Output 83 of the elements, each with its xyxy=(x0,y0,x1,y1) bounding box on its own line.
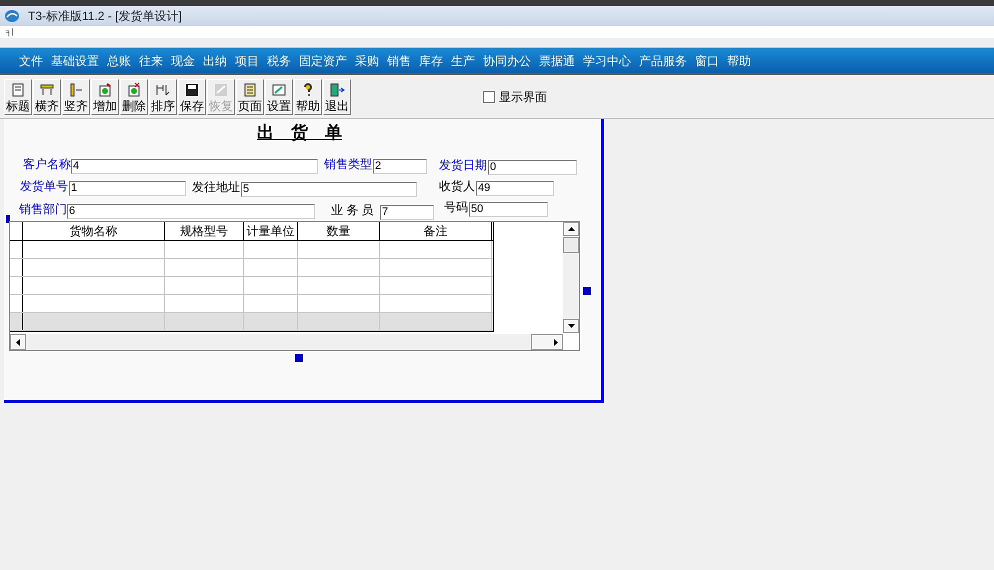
selection-handle xyxy=(6,215,10,223)
system-menu-glyph[interactable]: ╕| xyxy=(6,28,14,36)
column-header[interactable]: 计量单位 xyxy=(244,222,298,240)
menu-item[interactable]: 文件 xyxy=(16,52,46,70)
menu-item[interactable]: 总账 xyxy=(104,52,134,70)
toolbar-button[interactable]: 增加 xyxy=(91,78,119,114)
toolbar-button[interactable]: 帮助 xyxy=(294,78,322,114)
toolbar-button[interactable]: 竖齐 xyxy=(62,78,90,114)
down-arrow-icon xyxy=(568,324,574,328)
toolbar-button[interactable]: 排序 xyxy=(149,78,177,114)
app-logo-icon xyxy=(4,9,20,23)
checkbox-label: 显示界面 xyxy=(499,88,547,106)
field-label: 收货人 xyxy=(439,179,475,194)
menu-item[interactable]: 出纳 xyxy=(200,52,230,70)
menu-item[interactable]: 基础设置 xyxy=(48,52,102,70)
menu-item[interactable]: 生产 xyxy=(448,52,478,70)
toolbar-icon xyxy=(97,82,113,98)
input-field[interactable]: 49 xyxy=(476,181,554,196)
field-label: 发货单号 xyxy=(20,179,68,194)
toolbar-icon xyxy=(271,82,287,98)
menu-item[interactable]: 产品服务 xyxy=(636,52,690,70)
menu-item[interactable]: 税务 xyxy=(264,52,294,70)
menu-item[interactable]: 学习中心 xyxy=(580,52,634,70)
menu-item[interactable]: 现金 xyxy=(168,52,198,70)
column-header[interactable]: 备注 xyxy=(380,222,492,240)
toolbar-button[interactable]: 保存 xyxy=(178,78,206,114)
field-label: 业 务 员 xyxy=(331,203,374,218)
scroll-down-button[interactable] xyxy=(563,319,579,333)
left-arrow-icon xyxy=(16,338,20,346)
up-arrow-icon xyxy=(568,227,574,231)
menu-item[interactable]: 固定资产 xyxy=(296,52,350,70)
field-label: 发货日期 xyxy=(439,158,487,173)
input-field[interactable]: 4 xyxy=(71,159,318,174)
menu-item[interactable]: 窗口 xyxy=(692,52,722,70)
toolbar-icon xyxy=(39,82,55,98)
toolbar-icon xyxy=(10,82,26,98)
toolbar-icon xyxy=(329,82,345,98)
toolbar-button[interactable]: 标题 xyxy=(4,78,32,114)
right-arrow-icon xyxy=(554,338,558,346)
scroll-left-button[interactable] xyxy=(10,334,26,350)
toolbar-button[interactable]: 删除 xyxy=(120,78,148,114)
field-label: 销售类型 xyxy=(324,157,372,172)
menu-item[interactable]: 帮助 xyxy=(724,52,754,70)
form-title: 出 货 单 xyxy=(257,122,342,144)
toolbar-icon xyxy=(126,82,142,98)
menu-item[interactable]: 销售 xyxy=(384,52,414,70)
input-field[interactable]: 2 xyxy=(373,159,427,174)
scroll-up-button[interactable] xyxy=(563,222,579,236)
field-label: 号码 xyxy=(444,200,468,215)
menu-item[interactable]: 往来 xyxy=(136,52,166,70)
input-field[interactable]: 1 xyxy=(69,181,186,196)
column-header[interactable]: 货物名称 xyxy=(23,222,165,240)
vertical-scrollbar[interactable] xyxy=(563,222,579,333)
menu-item[interactable]: 票据通 xyxy=(536,52,578,70)
horizontal-scrollbar[interactable] xyxy=(10,334,563,350)
menu-item[interactable]: 库存 xyxy=(416,52,446,70)
toolbar-icon xyxy=(68,82,84,98)
field-label: 销售部门 xyxy=(19,202,67,217)
field-label: 发往地址 xyxy=(192,180,240,195)
toolbar-button[interactable]: 设置 xyxy=(265,78,293,114)
input-field[interactable]: 6 xyxy=(67,204,315,219)
checkbox[interactable] xyxy=(483,90,495,102)
toolbar-button[interactable]: 横齐 xyxy=(33,78,61,114)
input-field[interactable]: 5 xyxy=(241,182,417,197)
toolbar-icon xyxy=(242,82,258,98)
toolbar-icon xyxy=(184,82,200,98)
scroll-right-button[interactable] xyxy=(531,334,563,350)
menu-item[interactable]: 采购 xyxy=(352,52,382,70)
input-field[interactable]: 50 xyxy=(469,202,548,217)
toolbar-button[interactable]: 页面 xyxy=(236,78,264,114)
toolbar-button[interactable]: 退出 xyxy=(323,78,351,114)
menu-item[interactable]: 协同办公 xyxy=(480,52,534,70)
column-header[interactable]: 数量 xyxy=(298,222,380,240)
selection-handle xyxy=(295,354,303,362)
toolbar-icon xyxy=(213,82,229,98)
selection-handle xyxy=(583,287,591,295)
field-label: 客户名称 xyxy=(23,157,71,172)
input-field[interactable]: 7 xyxy=(380,205,434,220)
column-header[interactable]: 规格型号 xyxy=(165,222,244,240)
menu-item[interactable]: 项目 xyxy=(232,52,262,70)
scroll-thumb[interactable] xyxy=(563,237,579,253)
input-field[interactable]: 0 xyxy=(488,160,577,175)
window-title: T3-标准版11.2 - [发货单设计] xyxy=(28,8,182,25)
